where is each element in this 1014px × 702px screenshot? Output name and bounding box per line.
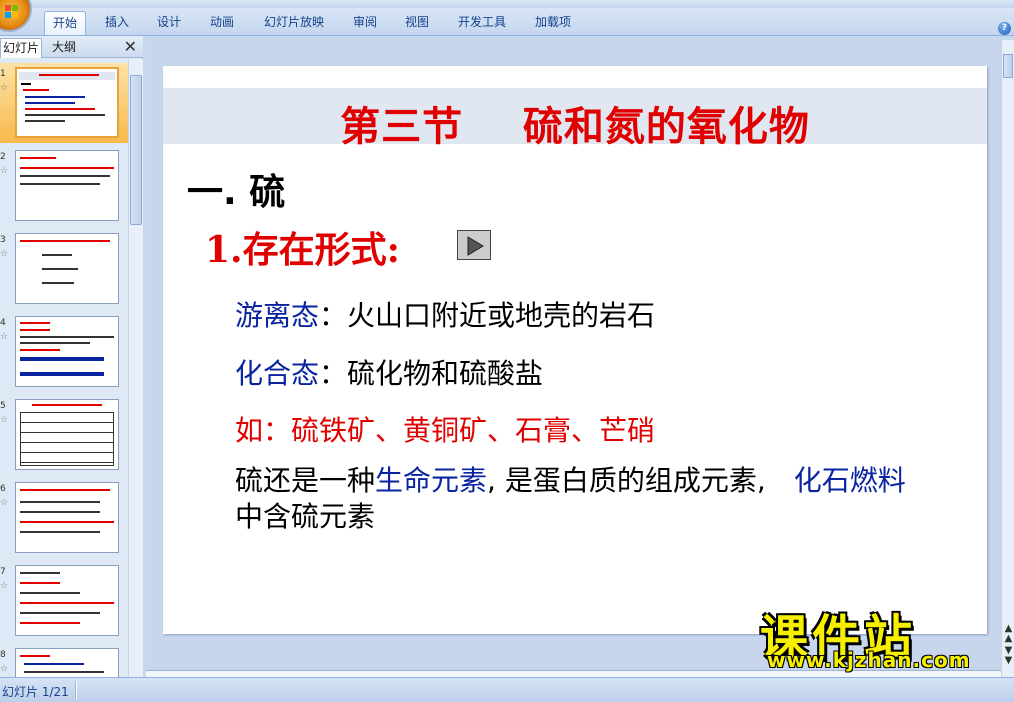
scrollbar-thumb[interactable] bbox=[1003, 54, 1013, 78]
slide-thumbnail[interactable] bbox=[15, 150, 119, 221]
highlight-term: 生命元素 bbox=[375, 464, 488, 497]
slide-thumbnail[interactable] bbox=[15, 316, 119, 387]
slide-number: 5 bbox=[0, 401, 6, 411]
scrollbar-thumb[interactable] bbox=[130, 75, 142, 225]
slide-thumbnail-row[interactable]: 6 ☆ bbox=[0, 478, 128, 558]
slide-thumbnail-row[interactable]: 8 ☆ bbox=[0, 644, 128, 677]
body-text: 硫还是一种 bbox=[235, 464, 376, 497]
body-text: 中含硫元素 bbox=[235, 500, 376, 533]
tab-developer[interactable]: 开发工具 bbox=[452, 11, 512, 35]
slide-thumbnail-row[interactable]: 4 ☆ bbox=[0, 312, 128, 392]
star-icon: ☆ bbox=[0, 332, 9, 342]
play-icon bbox=[467, 236, 484, 256]
star-icon: ☆ bbox=[0, 415, 9, 425]
body-text: 硫化物和硫酸盐 bbox=[347, 357, 544, 390]
tab-home[interactable]: 开始 bbox=[44, 11, 86, 35]
thumbnail-scrollbar[interactable] bbox=[128, 59, 143, 677]
status-bar: 幻灯片 1/21 bbox=[0, 677, 1014, 702]
tab-slides[interactable]: 幻灯片 bbox=[0, 38, 43, 58]
separator: ： bbox=[319, 299, 348, 332]
free-state-line[interactable]: 游离态：火山口附近或地壳的岩石 bbox=[235, 294, 655, 334]
slide-number: 8 bbox=[0, 650, 6, 660]
star-icon: ☆ bbox=[0, 581, 9, 591]
slide-thumbnail[interactable] bbox=[15, 233, 119, 304]
slide-number: 4 bbox=[0, 318, 6, 328]
slide-thumbnail[interactable] bbox=[15, 399, 119, 470]
slide-number: 3 bbox=[0, 235, 6, 245]
ribbon-tab-bar: 开始 插入 设计 动画 幻灯片放映 审阅 视图 开发工具 加载项 ? bbox=[0, 8, 1014, 36]
slide-number: 2 bbox=[0, 152, 6, 162]
slide-canvas[interactable]: 第三节 硫和氮的氧化物 一. 硫 1.存在形式: 游离态：火山口附近或地壳的岩石… bbox=[163, 66, 987, 634]
highlight-term: 化石燃料 bbox=[793, 464, 906, 497]
play-button[interactable] bbox=[457, 230, 491, 260]
tab-view[interactable]: 视图 bbox=[400, 11, 434, 35]
slide-number: 6 bbox=[0, 484, 6, 494]
star-icon: ☆ bbox=[0, 249, 9, 259]
life-element-paragraph[interactable]: 硫还是一种生命元素, 是蛋白质的组成元素, 化石燃料中含硫元素 bbox=[235, 463, 925, 535]
term-label: 化合态 bbox=[235, 357, 320, 390]
body-text: , 是蛋白质的组成元素, bbox=[487, 464, 794, 497]
tab-insert[interactable]: 插入 bbox=[100, 11, 134, 35]
star-icon: ☆ bbox=[0, 83, 9, 93]
slide-editing-area: 第三节 硫和氮的氧化物 一. 硫 1.存在形式: 游离态：火山口附近或地壳的岩石… bbox=[146, 40, 1001, 670]
thumbnail-list: 1 ☆ 2 ☆ 3 ☆ 4 ☆ 5 ☆ 6 ☆ 7 ☆ 8 ☆ bbox=[0, 59, 128, 677]
term-label: 游离态 bbox=[235, 299, 320, 332]
tab-addins[interactable]: 加载项 bbox=[530, 11, 576, 35]
tab-animation[interactable]: 动画 bbox=[205, 11, 239, 35]
help-icon[interactable]: ? bbox=[998, 22, 1011, 35]
star-icon: ☆ bbox=[0, 498, 9, 508]
close-icon[interactable]: ✕ bbox=[124, 38, 137, 56]
slide-thumbnail[interactable] bbox=[15, 565, 119, 636]
office-logo-icon bbox=[5, 5, 19, 19]
status-divider bbox=[75, 681, 77, 699]
previous-slide-icon[interactable]: ▲ ▲ bbox=[1002, 624, 1014, 644]
tab-outline[interactable]: 大纲 bbox=[50, 38, 102, 58]
star-icon: ☆ bbox=[0, 664, 9, 674]
title-bar bbox=[0, 0, 1014, 8]
next-slide-icon[interactable]: ▼ ▼ bbox=[1002, 646, 1014, 666]
slide-title[interactable]: 第三节 硫和氮的氧化物 bbox=[163, 94, 987, 152]
slide-thumbnail-row[interactable]: 1 ☆ bbox=[0, 63, 128, 143]
tab-design[interactable]: 设计 bbox=[152, 11, 186, 35]
separator: ： bbox=[319, 357, 348, 390]
slide-thumbnail-row[interactable]: 3 ☆ bbox=[0, 229, 128, 309]
vertical-scrollbar[interactable]: ▲ ▲ ▼ ▼ bbox=[1001, 40, 1014, 677]
panel-tab-bar: 幻灯片 大纲 ✕ bbox=[0, 36, 143, 58]
slide-thumbnail-row[interactable]: 5 ☆ bbox=[0, 395, 128, 475]
watermark-url: www.kjzhan.com bbox=[767, 648, 971, 672]
point-heading[interactable]: 1.存在形式: bbox=[205, 221, 400, 273]
tab-slideshow[interactable]: 幻灯片放映 bbox=[258, 11, 330, 35]
slide-thumbnail[interactable] bbox=[15, 67, 119, 138]
star-icon: ☆ bbox=[0, 166, 9, 176]
example-line[interactable]: 如：硫铁矿、黄铜矿、石膏、芒硝 bbox=[235, 409, 655, 449]
slide-thumbnail[interactable] bbox=[15, 648, 119, 677]
section-heading[interactable]: 一. 硫 bbox=[187, 163, 285, 215]
tab-review[interactable]: 审阅 bbox=[348, 11, 382, 35]
slides-panel: 幻灯片 大纲 ✕ 1 ☆ 2 ☆ 3 ☆ 4 ☆ 5 ☆ 6 ☆ 7 ☆ 8 ☆ bbox=[0, 36, 143, 677]
watermark-logo: 课件站 www.kjzhan.com bbox=[760, 598, 1000, 678]
slide-thumbnail-row[interactable]: 7 ☆ bbox=[0, 561, 128, 641]
body-text: 火山口附近或地壳的岩石 bbox=[347, 299, 656, 332]
slide-number: 1 bbox=[0, 69, 6, 79]
slide-number: 7 bbox=[0, 567, 6, 577]
compound-state-line[interactable]: 化合态：硫化物和硫酸盐 bbox=[235, 352, 543, 392]
slide-thumbnail-row[interactable]: 2 ☆ bbox=[0, 146, 128, 226]
slide-counter: 幻灯片 1/21 bbox=[2, 685, 69, 699]
slide-thumbnail[interactable] bbox=[15, 482, 119, 553]
